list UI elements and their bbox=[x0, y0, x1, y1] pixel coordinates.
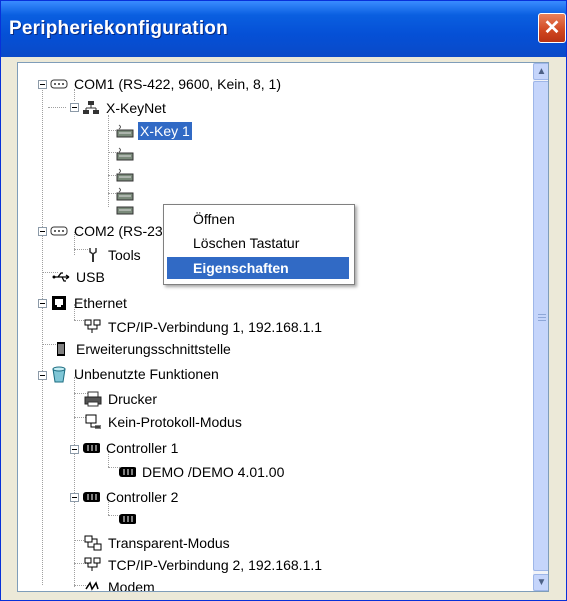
chevron-up-icon: ▲ bbox=[536, 65, 547, 77]
scroll-thumb[interactable] bbox=[533, 81, 548, 571]
tree-node-controller-1[interactable]: Controller 1 bbox=[82, 437, 180, 459]
controller-icon bbox=[118, 464, 136, 480]
node-label: Unbenutzte Funktionen bbox=[74, 366, 219, 382]
tree-node-controller-2[interactable]: Controller 2 bbox=[82, 486, 180, 508]
collapse-toggle[interactable] bbox=[38, 80, 47, 89]
node-label: DEMO /DEMO 4.01.00 bbox=[142, 464, 285, 480]
tree-node-drucker[interactable]: Drucker bbox=[84, 388, 159, 410]
menu-item-oeffnen[interactable]: Öffnen bbox=[167, 208, 349, 230]
collapse-toggle[interactable] bbox=[70, 103, 79, 112]
network-icon bbox=[82, 100, 100, 116]
tree-node-xkey[interactable] bbox=[116, 199, 134, 221]
collapse-toggle[interactable] bbox=[38, 227, 47, 236]
controller-icon bbox=[118, 511, 136, 527]
serial-port-icon bbox=[50, 76, 68, 92]
title-bar[interactable]: Peripheriekonfiguration ✕ bbox=[1, 1, 566, 57]
network-transfer-icon bbox=[84, 535, 102, 551]
scroll-up-button[interactable]: ▲ bbox=[533, 63, 548, 80]
node-label: Erweiterungsschnittstelle bbox=[76, 341, 231, 357]
close-icon: ✕ bbox=[543, 17, 561, 39]
node-label: Modem bbox=[108, 579, 155, 592]
node-label: COM1 (RS-422, 9600, Kein, 8, 1) bbox=[74, 76, 281, 92]
modem-icon bbox=[84, 579, 102, 591]
menu-item-loeschen-tastatur[interactable]: Löschen Tastatur bbox=[167, 232, 349, 254]
tree-node-xkey[interactable] bbox=[116, 143, 134, 165]
tree-node-com1[interactable]: COM1 (RS-422, 9600, Kein, 8, 1) bbox=[50, 73, 283, 95]
tree-node-tcpip-1[interactable]: TCP/IP-Verbindung 1, 192.168.1.1 bbox=[84, 316, 324, 338]
chevron-down-icon: ▼ bbox=[536, 576, 547, 588]
controller-icon bbox=[82, 489, 100, 505]
node-label: Transparent-Modus bbox=[108, 535, 230, 551]
tree-node-erweiterungsschnittstelle[interactable]: Erweiterungsschnittstelle bbox=[52, 338, 233, 360]
tree-node-tools[interactable]: Tools bbox=[84, 244, 143, 266]
peripheral-config-window: Peripheriekonfiguration ✕ COM1 (RS-422, … bbox=[0, 0, 567, 601]
context-menu: Öffnen Löschen Tastatur Eigenschaften bbox=[163, 204, 355, 285]
tree-node-tcpip-2[interactable]: TCP/IP-Verbindung 2, 192.168.1.1 bbox=[84, 554, 324, 576]
node-label: X-Key 1 bbox=[138, 122, 192, 140]
expansion-slot-icon bbox=[52, 341, 70, 357]
keyboard-icon bbox=[116, 202, 134, 218]
tree-node-transparent-modus[interactable]: Transparent-Modus bbox=[84, 532, 232, 554]
controller-icon bbox=[82, 440, 100, 456]
node-label: Controller 2 bbox=[106, 489, 179, 505]
serial-port-icon bbox=[50, 223, 68, 239]
grip-line bbox=[538, 320, 546, 321]
node-label: Ethernet bbox=[74, 295, 127, 311]
node-label: Tools bbox=[108, 247, 141, 263]
keyboard-icon bbox=[116, 146, 134, 162]
network-connection-icon bbox=[84, 557, 102, 573]
node-label: TCP/IP-Verbindung 1, 192.168.1.1 bbox=[108, 319, 323, 335]
node-label: Kein-Protokoll-Modus bbox=[108, 414, 242, 430]
usb-icon bbox=[52, 269, 70, 285]
device-tree[interactable]: COM1 (RS-422, 9600, Kein, 8, 1) X-KeyNet… bbox=[17, 62, 549, 592]
close-button[interactable]: ✕ bbox=[538, 13, 566, 43]
tree-node-usb[interactable]: USB bbox=[52, 266, 107, 288]
printer-icon bbox=[84, 391, 102, 407]
tree-line bbox=[74, 377, 75, 587]
collapse-toggle[interactable] bbox=[70, 445, 79, 454]
tree-line bbox=[48, 107, 66, 108]
tree-node-unbenutzte-funktionen[interactable]: Unbenutzte Funktionen bbox=[50, 363, 221, 385]
tree-node-xkey-1[interactable]: X-Key 1 bbox=[116, 120, 192, 142]
node-label: TCP/IP-Verbindung 2, 192.168.1.1 bbox=[108, 557, 323, 573]
wrench-icon bbox=[84, 247, 102, 263]
node-label: X-KeyNet bbox=[106, 100, 166, 116]
collapse-toggle[interactable] bbox=[38, 371, 47, 380]
keyboard-icon bbox=[116, 123, 134, 139]
node-label: USB bbox=[76, 269, 105, 285]
tree-node-modem[interactable]: Modem bbox=[84, 576, 157, 592]
tree-node-xkeynet[interactable]: X-KeyNet bbox=[82, 97, 168, 119]
grip-line bbox=[538, 314, 546, 315]
node-label: Controller 1 bbox=[106, 440, 179, 456]
ethernet-port-icon bbox=[50, 295, 68, 311]
tree-node-demo[interactable]: DEMO /DEMO 4.01.00 bbox=[118, 461, 286, 483]
grip-line bbox=[538, 317, 546, 318]
network-connection-icon bbox=[84, 319, 102, 335]
collapse-toggle[interactable] bbox=[38, 299, 47, 308]
scroll-down-button[interactable]: ▼ bbox=[533, 574, 548, 591]
dialog-body: COM1 (RS-422, 9600, Kein, 8, 1) X-KeyNet… bbox=[1, 57, 566, 600]
terminal-icon bbox=[84, 414, 102, 430]
menu-item-eigenschaften[interactable]: Eigenschaften bbox=[167, 257, 349, 279]
tree-node-controller-2-child[interactable] bbox=[118, 508, 136, 530]
tree-line bbox=[42, 85, 43, 585]
keyboard-icon bbox=[116, 167, 134, 183]
tree-node-kein-protokoll-modus[interactable]: Kein-Protokoll-Modus bbox=[84, 411, 244, 433]
window-title: Peripheriekonfiguration bbox=[9, 18, 228, 39]
node-label: Drucker bbox=[108, 391, 158, 407]
recycle-bin-icon bbox=[50, 366, 68, 383]
collapse-toggle[interactable] bbox=[70, 493, 79, 502]
tree-node-ethernet[interactable]: Ethernet bbox=[50, 292, 129, 314]
vertical-scrollbar[interactable]: ▲ ▼ bbox=[533, 63, 548, 591]
